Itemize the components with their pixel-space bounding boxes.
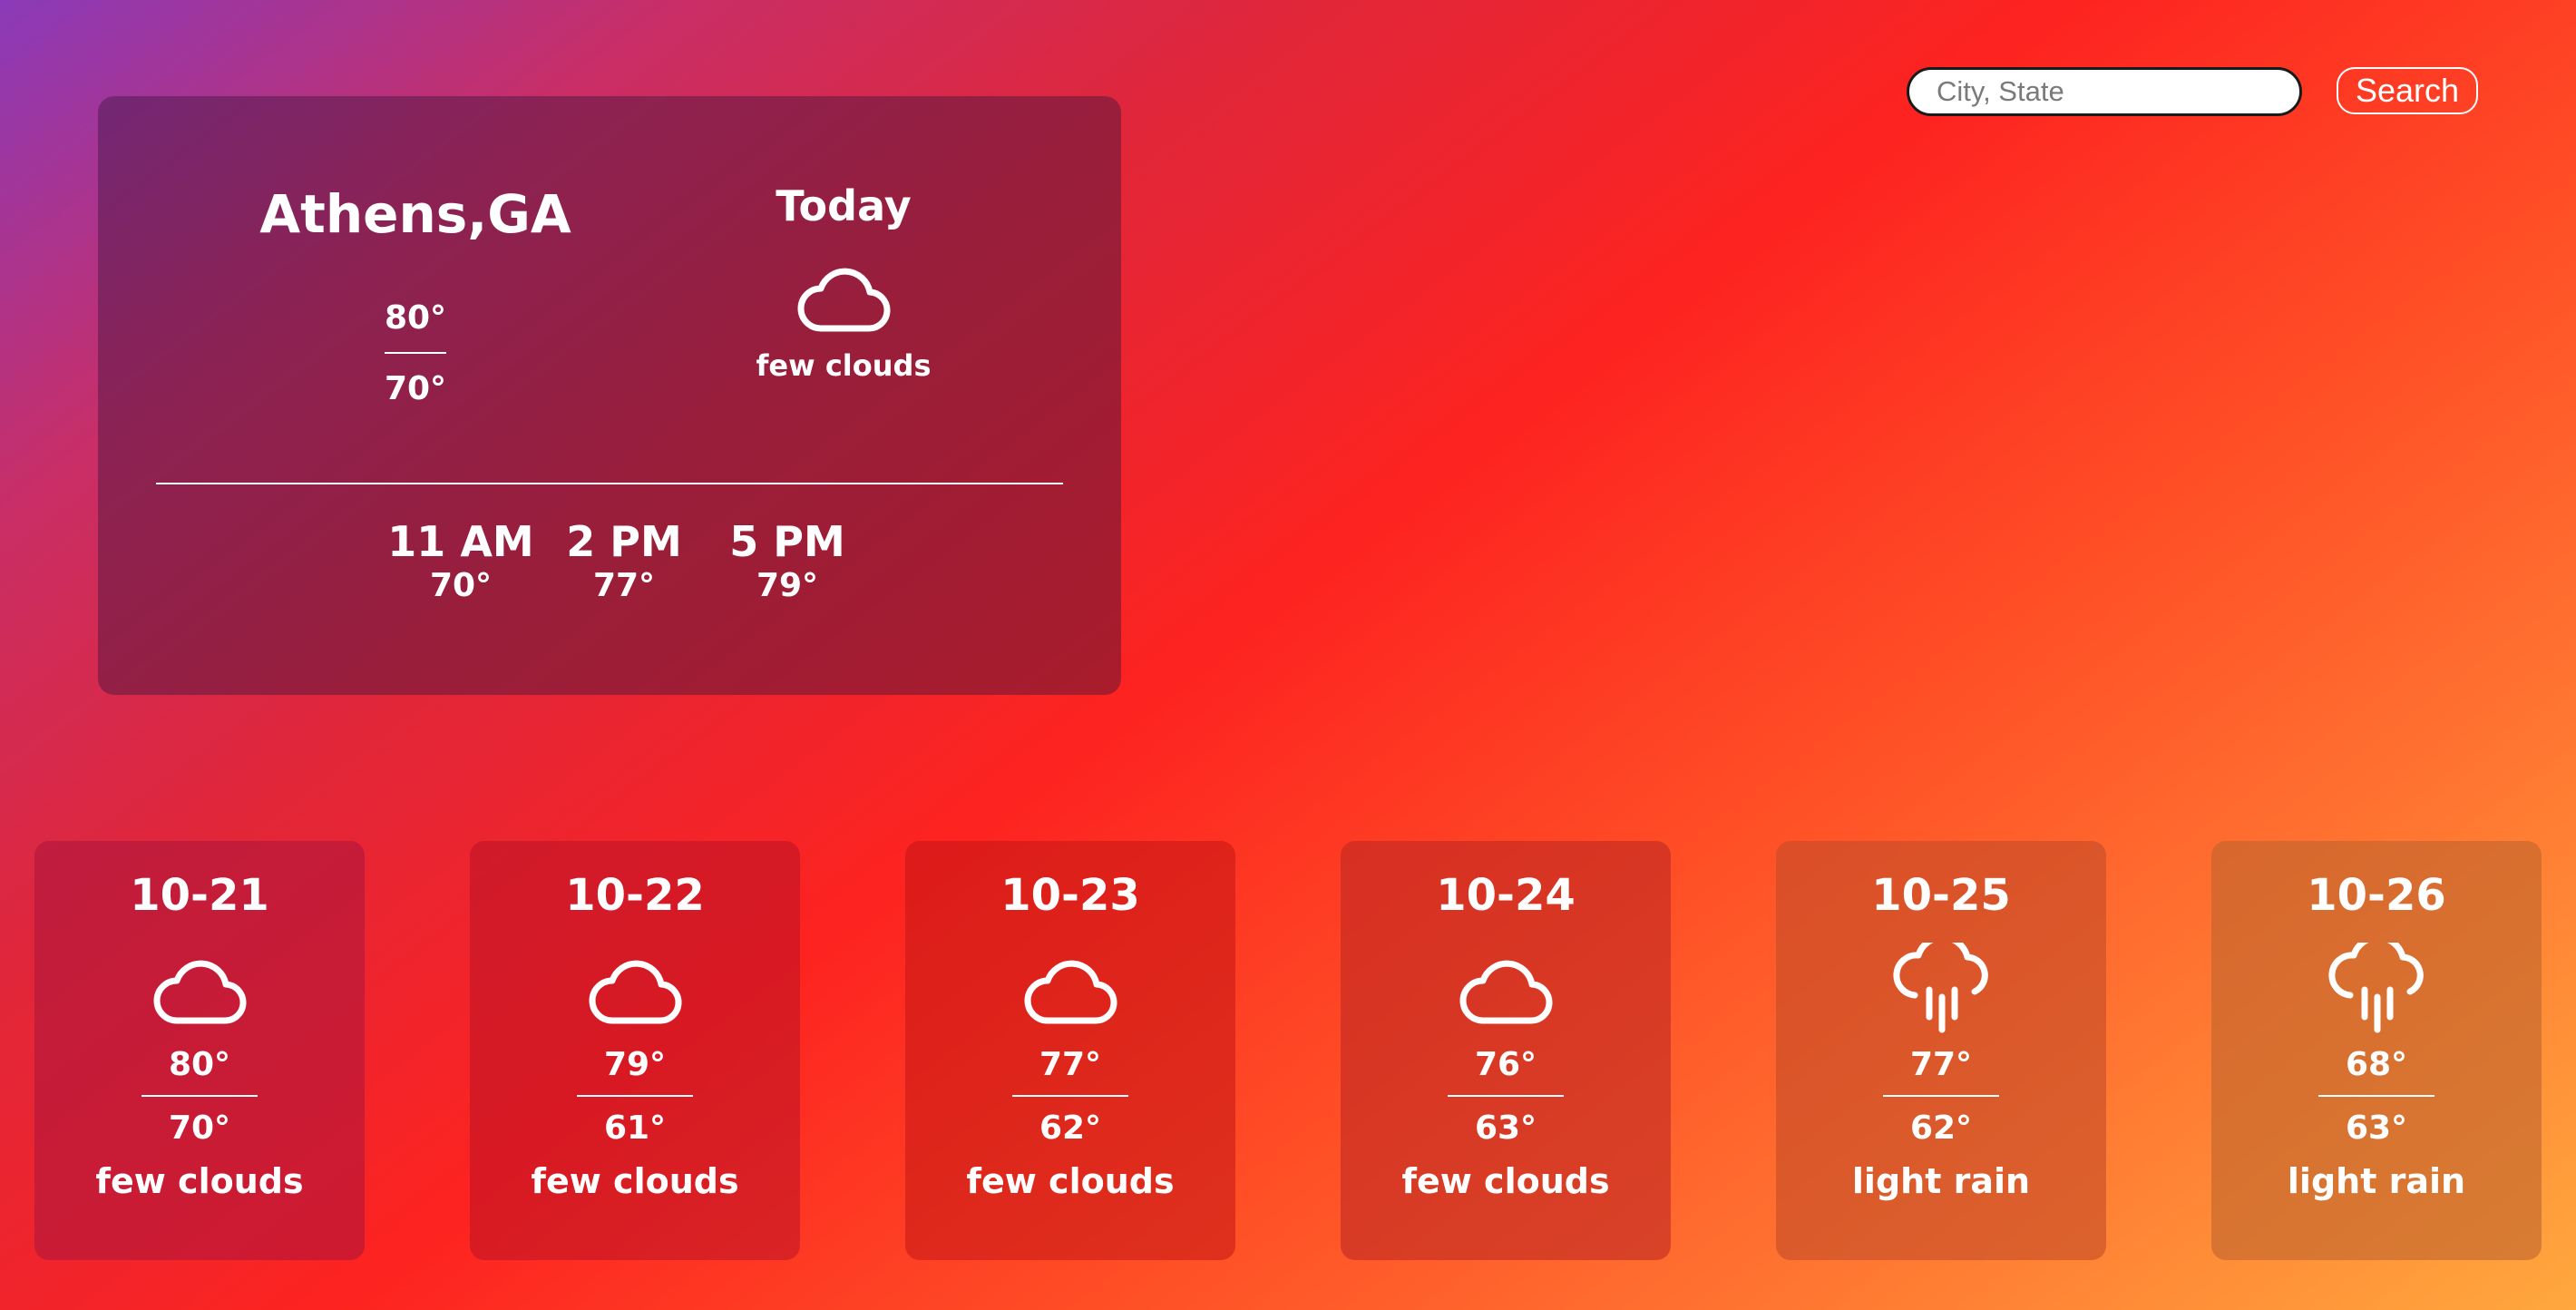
- forecast-description: light rain: [1851, 1161, 2031, 1201]
- cloud-icon: [589, 960, 682, 1024]
- forecast-low: 62°: [1909, 1110, 1973, 1147]
- forecast-high: 68°: [2345, 1046, 2408, 1083]
- hour-temp: 79°: [756, 567, 819, 604]
- temp-divider: [1012, 1095, 1128, 1097]
- today-label: Today: [776, 181, 912, 230]
- forecast-low: 62°: [1039, 1110, 1102, 1147]
- forecast-high: 80°: [168, 1046, 231, 1083]
- forecast-description: light rain: [2287, 1161, 2466, 1201]
- hourly-item: 5 PM 79°: [706, 515, 869, 604]
- hour-time: 5 PM: [729, 517, 845, 566]
- panel-divider: [156, 483, 1063, 484]
- current-description: few clouds: [756, 348, 932, 383]
- cloud-icon: [153, 960, 247, 1024]
- search-button[interactable]: Search: [2337, 67, 2478, 114]
- forecast-date: 10-24: [1436, 870, 1576, 921]
- forecast-card: 10-23 77° 62° few clouds: [905, 841, 1235, 1260]
- forecast-low: 61°: [603, 1110, 667, 1147]
- hour-temp: 77°: [592, 567, 656, 604]
- forecast-card: 10-26 68° 63° light rain: [2211, 841, 2542, 1260]
- forecast-low: 70°: [168, 1110, 231, 1147]
- hourly-forecast: 11 AM 70° 2 PM 77° 5 PM 79°: [379, 515, 869, 604]
- temp-divider: [141, 1095, 258, 1097]
- forecast-card: 10-25 77° 62° light rain: [1776, 841, 2106, 1260]
- forecast-date: 10-23: [1000, 870, 1140, 921]
- forecast-date: 10-22: [565, 870, 705, 921]
- forecast-description: few clouds: [531, 1161, 739, 1201]
- forecast-card: 10-21 80° 70° few clouds: [34, 841, 365, 1260]
- search-input[interactable]: [1907, 67, 2302, 116]
- temp-divider: [577, 1095, 693, 1097]
- forecast-description: few clouds: [966, 1161, 1175, 1201]
- temp-divider: [1883, 1095, 1999, 1097]
- forecast-high: 77°: [1039, 1046, 1102, 1083]
- forecast-date: 10-25: [1871, 870, 2011, 921]
- temp-divider: [385, 352, 446, 354]
- hour-temp: 70°: [429, 567, 493, 604]
- forecast-card: 10-22 79° 61° few clouds: [470, 841, 800, 1260]
- hour-time: 2 PM: [566, 517, 682, 566]
- forecast-description: few clouds: [1401, 1161, 1610, 1201]
- temp-divider: [2318, 1095, 2435, 1097]
- hourly-item: 11 AM 70°: [379, 515, 542, 604]
- hourly-item: 2 PM 77°: [542, 515, 706, 604]
- forecast-description: few clouds: [95, 1161, 304, 1201]
- forecast-low: 63°: [2345, 1110, 2408, 1147]
- daily-forecast: 10-21 80° 70° few clouds 10-22 79° 61° f…: [34, 841, 2542, 1260]
- temp-divider: [1448, 1095, 1564, 1097]
- today-summary: Today few clouds: [726, 181, 961, 383]
- forecast-card: 10-24 76° 63° few clouds: [1341, 841, 1671, 1260]
- rain-cloud-icon: [1893, 943, 1988, 1033]
- cloud-icon: [1024, 960, 1117, 1024]
- forecast-date: 10-26: [2307, 870, 2446, 921]
- forecast-date: 10-21: [130, 870, 269, 921]
- current-high-temp: 80°: [384, 299, 447, 337]
- current-temp-range: 80° 70°: [366, 296, 464, 412]
- city-name: Athens,GA: [259, 183, 571, 245]
- forecast-high: 79°: [603, 1046, 667, 1083]
- forecast-high: 77°: [1909, 1046, 1973, 1083]
- cloud-icon: [1459, 960, 1553, 1024]
- forecast-high: 76°: [1474, 1046, 1537, 1083]
- current-low-temp: 70°: [384, 370, 447, 407]
- hour-time: 11 AM: [387, 517, 534, 566]
- current-weather-panel: Athens,GA 80° 70° Today few clouds 11 AM…: [98, 96, 1121, 695]
- forecast-low: 63°: [1474, 1110, 1537, 1147]
- cloud-icon: [797, 268, 891, 332]
- rain-cloud-icon: [2328, 943, 2424, 1033]
